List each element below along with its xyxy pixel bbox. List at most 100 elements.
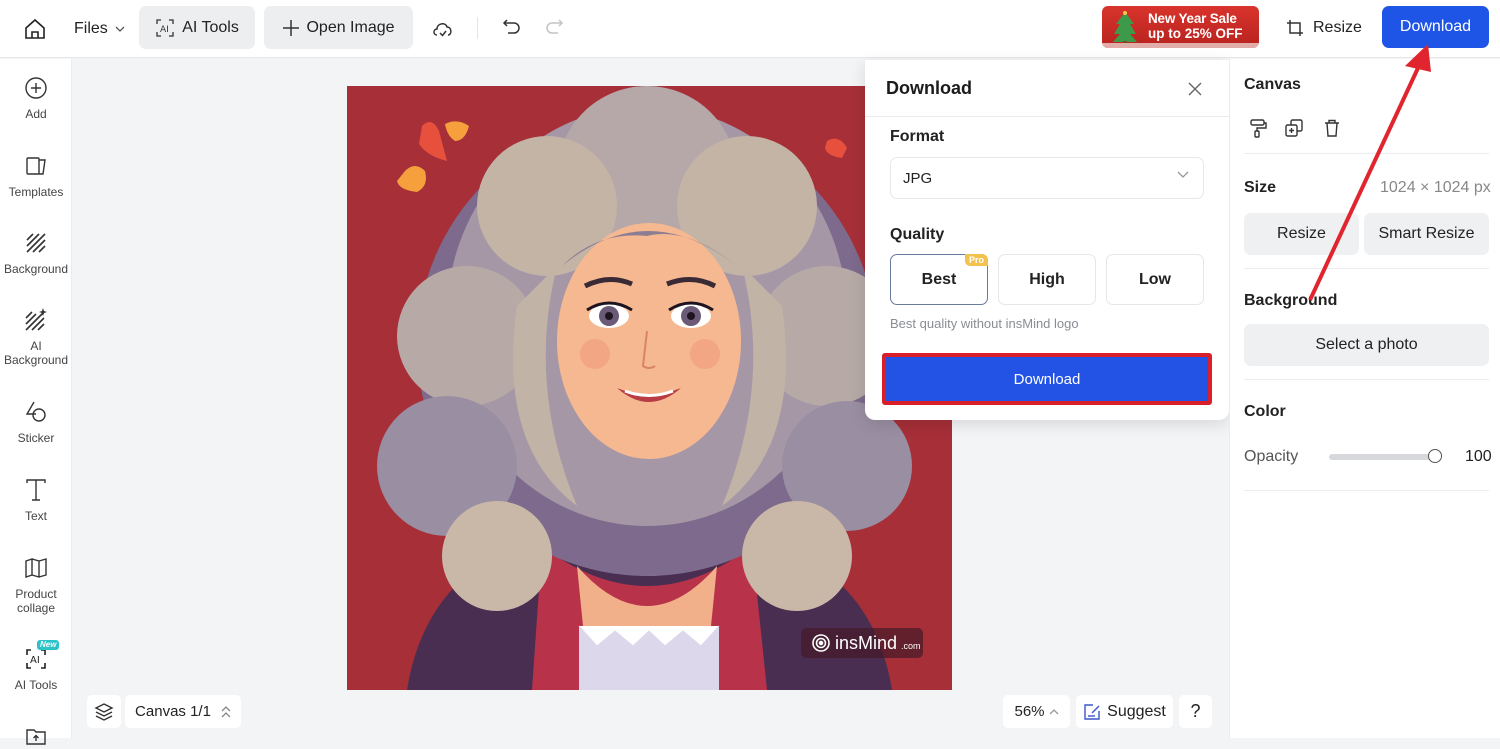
cloud-sync-button[interactable] (430, 16, 456, 42)
sidebar-item-background[interactable]: Background (0, 230, 72, 276)
undo-button[interactable] (500, 16, 524, 40)
format-select[interactable]: JPG (890, 157, 1204, 199)
svg-text:AI: AI (30, 655, 40, 666)
sidebar-label: AI Background (3, 339, 69, 367)
format-value: JPG (903, 169, 933, 187)
sticker-icon (23, 399, 49, 425)
layers-icon (94, 702, 114, 721)
divider (1244, 153, 1489, 154)
close-button[interactable] (1185, 79, 1205, 99)
layers-button[interactable] (87, 695, 121, 728)
size-value: 1024 × 1024 px (1380, 179, 1491, 196)
suggest-button[interactable]: Suggest (1076, 695, 1173, 728)
ai-tools-label: AI Tools (182, 18, 239, 36)
ai-tools-button[interactable]: AI AI Tools (139, 6, 255, 49)
quality-best-label: Best (921, 270, 957, 288)
paint-roller-icon (1250, 119, 1267, 138)
christmas-tree-icon (1113, 11, 1137, 45)
duplicate-button[interactable] (1284, 117, 1304, 139)
ai-tools-icon: AI (156, 18, 174, 37)
download-panel: Download Format JPG Quality Best Pro Hig… (865, 60, 1229, 420)
sidebar-item-add[interactable]: Add (0, 75, 72, 121)
quality-high-option[interactable]: High (998, 254, 1096, 305)
crop-icon (1287, 20, 1303, 36)
suggest-icon (1084, 703, 1100, 720)
files-menu[interactable]: Files (74, 17, 125, 41)
chevron-down-icon (115, 26, 125, 32)
close-icon (1188, 82, 1202, 96)
suggest-label: Suggest (1107, 702, 1166, 720)
plus-icon (283, 19, 300, 36)
top-toolbar: Files AI AI Tools Open Image New Year Sa… (0, 0, 1500, 58)
sidebar-label: Add (25, 107, 47, 121)
undo-icon (502, 19, 520, 34)
insmind-logo-icon (812, 634, 830, 652)
help-button[interactable]: ? (1179, 695, 1212, 728)
delete-button[interactable] (1322, 117, 1342, 139)
opacity-slider-handle[interactable] (1428, 449, 1442, 463)
collage-icon (23, 555, 49, 581)
templates-icon (23, 153, 49, 179)
files-label: Files (74, 20, 108, 37)
sidebar-item-sticker[interactable]: Sticker (0, 399, 72, 445)
portrait-illustration (347, 86, 952, 690)
home-icon (25, 18, 45, 39)
duplicate-icon (1285, 119, 1303, 137)
sidebar-item-upload[interactable] (0, 723, 72, 749)
canvas-pager[interactable]: Canvas 1/1 (125, 695, 241, 728)
svg-text:AI: AI (160, 25, 169, 35)
quality-best-option[interactable]: Best Pro (890, 254, 988, 305)
open-image-button[interactable]: Open Image (264, 6, 413, 49)
promo-snow-decoration (1102, 43, 1259, 48)
quality-hint: Best quality without insMind logo (890, 316, 1079, 331)
quality-low-option[interactable]: Low (1106, 254, 1204, 305)
plus-circle-icon (23, 75, 49, 101)
resize-canvas-button[interactable]: Resize (1244, 213, 1359, 255)
sidebar-label: Background (3, 262, 69, 276)
format-label: Format (890, 128, 945, 145)
sidebar-label: AI Tools (14, 678, 58, 692)
zoom-level-control[interactable]: 56% (1003, 695, 1070, 728)
new-year-sale-banner[interactable]: New Year Sale up to 25% OFF (1102, 6, 1259, 48)
opacity-label: Opacity (1244, 448, 1299, 465)
ai-background-icon (23, 307, 49, 333)
sidebar-label: Product collage (15, 587, 57, 615)
sidebar-item-ai-background[interactable]: AI Background (0, 307, 72, 367)
trash-icon (1325, 119, 1339, 137)
watermark-brand: insMind (835, 632, 898, 653)
divider (1244, 490, 1489, 491)
select-photo-button[interactable]: Select a photo (1244, 324, 1489, 366)
insmind-watermark: insMind .com (801, 628, 923, 658)
promo-line-2: up to 25% OFF (1148, 26, 1243, 41)
pro-badge: Pro (964, 254, 988, 266)
ai-tools-icon: AI New (23, 640, 60, 672)
background-heading: Background (1244, 292, 1338, 309)
resize-button[interactable]: Resize (1286, 16, 1362, 40)
canvas-heading: Canvas (1244, 76, 1301, 93)
canvas-artwork[interactable] (347, 86, 952, 690)
sidebar-item-text[interactable]: Text (0, 477, 72, 523)
zoom-level-value: 56% (1014, 703, 1045, 720)
left-sidebar: Add Templates Background AI Background S… (0, 59, 72, 745)
open-image-label: Open Image (306, 18, 395, 36)
download-top-button[interactable]: Download (1382, 6, 1489, 48)
redo-icon (546, 19, 564, 34)
download-button-highlight: Download (882, 353, 1212, 405)
smart-resize-button[interactable]: Smart Resize (1364, 213, 1489, 255)
opacity-slider[interactable] (1329, 449, 1442, 463)
quality-label: Quality (890, 226, 945, 243)
download-panel-title: Download (886, 78, 972, 98)
sidebar-item-ai-tools[interactable]: AI New AI Tools (0, 640, 72, 692)
watermark-suffix: .com (901, 640, 921, 651)
home-button[interactable] (22, 16, 48, 42)
resize-label: Resize (1313, 19, 1362, 36)
download-confirm-button[interactable]: Download (886, 357, 1208, 401)
sidebar-item-templates[interactable]: Templates (0, 153, 72, 199)
text-icon (23, 477, 49, 503)
redo-button[interactable] (542, 16, 566, 40)
sidebar-item-product-collage[interactable]: Product collage (0, 555, 72, 615)
format-paint-button[interactable] (1248, 117, 1268, 139)
chevron-up-icon (1049, 708, 1058, 714)
background-hatch-icon (23, 230, 49, 256)
right-properties-panel: Canvas Size 1024 × 1024 px Resize Smart … (1229, 59, 1500, 738)
